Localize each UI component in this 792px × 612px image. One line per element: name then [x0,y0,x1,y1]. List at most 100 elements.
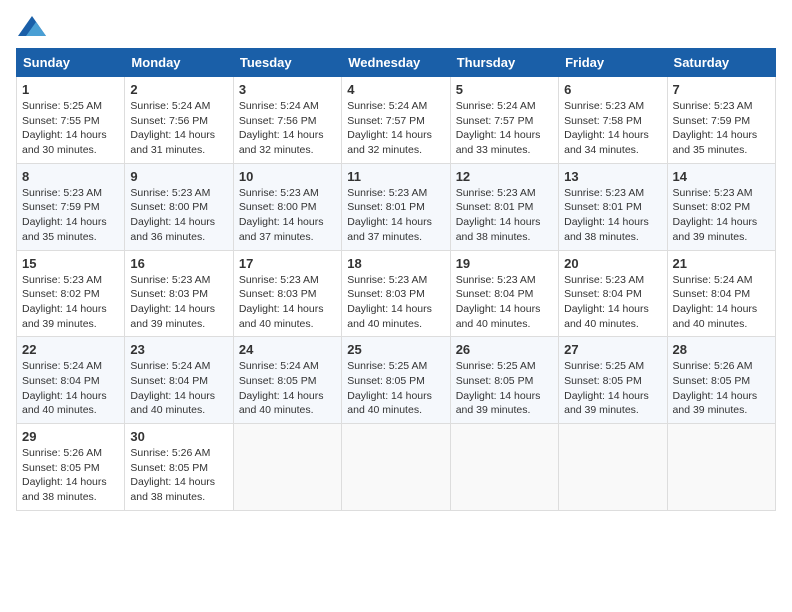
weekday-header-thursday: Thursday [450,49,558,77]
daylight-label: Daylight: 14 hours and 40 minutes. [347,390,432,417]
daylight-label: Daylight: 14 hours and 40 minutes. [347,303,432,330]
weekday-header-row: SundayMondayTuesdayWednesdayThursdayFrid… [17,49,776,77]
sunrise-label: Sunrise: 5:24 AM [673,274,753,286]
calendar-cell: 21 Sunrise: 5:24 AM Sunset: 8:04 PM Dayl… [667,250,775,337]
sunset-label: Sunset: 8:04 PM [456,288,534,300]
day-info: Sunrise: 5:23 AM Sunset: 8:03 PM Dayligh… [239,273,336,332]
daylight-label: Daylight: 14 hours and 39 minutes. [22,303,107,330]
daylight-label: Daylight: 14 hours and 30 minutes. [22,129,107,156]
calendar-cell: 1 Sunrise: 5:25 AM Sunset: 7:55 PM Dayli… [17,77,125,164]
daylight-label: Daylight: 14 hours and 38 minutes. [22,476,107,503]
calendar-row-4: 22 Sunrise: 5:24 AM Sunset: 8:04 PM Dayl… [17,337,776,424]
day-info: Sunrise: 5:24 AM Sunset: 8:05 PM Dayligh… [239,359,336,418]
day-info: Sunrise: 5:23 AM Sunset: 7:58 PM Dayligh… [564,99,661,158]
day-info: Sunrise: 5:23 AM Sunset: 8:04 PM Dayligh… [456,273,553,332]
calendar-cell: 5 Sunrise: 5:24 AM Sunset: 7:57 PM Dayli… [450,77,558,164]
calendar-cell: 24 Sunrise: 5:24 AM Sunset: 8:05 PM Dayl… [233,337,341,424]
daylight-label: Daylight: 14 hours and 39 minutes. [673,390,758,417]
calendar-cell [559,424,667,511]
sunrise-label: Sunrise: 5:26 AM [22,447,102,459]
daylight-label: Daylight: 14 hours and 38 minutes. [564,216,649,243]
day-number: 3 [239,82,336,97]
day-number: 25 [347,342,444,357]
daylight-label: Daylight: 14 hours and 36 minutes. [130,216,215,243]
sunset-label: Sunset: 8:05 PM [673,375,751,387]
calendar-cell [450,424,558,511]
sunrise-label: Sunrise: 5:24 AM [239,100,319,112]
day-info: Sunrise: 5:24 AM Sunset: 7:56 PM Dayligh… [239,99,336,158]
daylight-label: Daylight: 14 hours and 37 minutes. [347,216,432,243]
day-info: Sunrise: 5:24 AM Sunset: 7:56 PM Dayligh… [130,99,227,158]
calendar-cell: 26 Sunrise: 5:25 AM Sunset: 8:05 PM Dayl… [450,337,558,424]
day-info: Sunrise: 5:23 AM Sunset: 8:01 PM Dayligh… [456,186,553,245]
calendar-cell: 25 Sunrise: 5:25 AM Sunset: 8:05 PM Dayl… [342,337,450,424]
day-info: Sunrise: 5:23 AM Sunset: 7:59 PM Dayligh… [673,99,770,158]
sunrise-label: Sunrise: 5:23 AM [564,100,644,112]
sunset-label: Sunset: 7:55 PM [22,115,100,127]
calendar-cell: 27 Sunrise: 5:25 AM Sunset: 8:05 PM Dayl… [559,337,667,424]
daylight-label: Daylight: 14 hours and 31 minutes. [130,129,215,156]
calendar-cell: 13 Sunrise: 5:23 AM Sunset: 8:01 PM Dayl… [559,163,667,250]
sunrise-label: Sunrise: 5:23 AM [22,274,102,286]
weekday-header-monday: Monday [125,49,233,77]
day-info: Sunrise: 5:25 AM Sunset: 8:05 PM Dayligh… [564,359,661,418]
day-info: Sunrise: 5:23 AM Sunset: 8:01 PM Dayligh… [564,186,661,245]
day-number: 17 [239,256,336,271]
daylight-label: Daylight: 14 hours and 35 minutes. [673,129,758,156]
sunrise-label: Sunrise: 5:23 AM [564,187,644,199]
sunset-label: Sunset: 8:04 PM [673,288,751,300]
calendar-cell [233,424,341,511]
weekday-header-wednesday: Wednesday [342,49,450,77]
sunset-label: Sunset: 7:59 PM [673,115,751,127]
sunset-label: Sunset: 8:00 PM [130,201,208,213]
day-number: 4 [347,82,444,97]
calendar-row-2: 8 Sunrise: 5:23 AM Sunset: 7:59 PM Dayli… [17,163,776,250]
calendar-cell: 12 Sunrise: 5:23 AM Sunset: 8:01 PM Dayl… [450,163,558,250]
sunset-label: Sunset: 8:05 PM [456,375,534,387]
weekday-header-saturday: Saturday [667,49,775,77]
calendar-cell: 3 Sunrise: 5:24 AM Sunset: 7:56 PM Dayli… [233,77,341,164]
daylight-label: Daylight: 14 hours and 33 minutes. [456,129,541,156]
day-info: Sunrise: 5:25 AM Sunset: 8:05 PM Dayligh… [347,359,444,418]
sunset-label: Sunset: 8:03 PM [347,288,425,300]
day-number: 24 [239,342,336,357]
day-info: Sunrise: 5:23 AM Sunset: 8:03 PM Dayligh… [130,273,227,332]
calendar-cell: 2 Sunrise: 5:24 AM Sunset: 7:56 PM Dayli… [125,77,233,164]
daylight-label: Daylight: 14 hours and 39 minutes. [673,216,758,243]
calendar-row-3: 15 Sunrise: 5:23 AM Sunset: 8:02 PM Dayl… [17,250,776,337]
sunset-label: Sunset: 8:00 PM [239,201,317,213]
day-info: Sunrise: 5:24 AM Sunset: 8:04 PM Dayligh… [130,359,227,418]
calendar-cell: 11 Sunrise: 5:23 AM Sunset: 8:01 PM Dayl… [342,163,450,250]
day-number: 15 [22,256,119,271]
day-number: 1 [22,82,119,97]
sunrise-label: Sunrise: 5:23 AM [130,187,210,199]
calendar-cell: 10 Sunrise: 5:23 AM Sunset: 8:00 PM Dayl… [233,163,341,250]
sunset-label: Sunset: 8:05 PM [130,462,208,474]
sunrise-label: Sunrise: 5:24 AM [239,360,319,372]
day-number: 30 [130,429,227,444]
day-number: 2 [130,82,227,97]
sunset-label: Sunset: 8:02 PM [22,288,100,300]
day-number: 10 [239,169,336,184]
calendar-table: SundayMondayTuesdayWednesdayThursdayFrid… [16,48,776,511]
day-info: Sunrise: 5:23 AM Sunset: 7:59 PM Dayligh… [22,186,119,245]
sunrise-label: Sunrise: 5:23 AM [673,187,753,199]
page-header [16,16,776,36]
sunrise-label: Sunrise: 5:23 AM [456,274,536,286]
weekday-header-friday: Friday [559,49,667,77]
daylight-label: Daylight: 14 hours and 32 minutes. [347,129,432,156]
calendar-row-1: 1 Sunrise: 5:25 AM Sunset: 7:55 PM Dayli… [17,77,776,164]
daylight-label: Daylight: 14 hours and 38 minutes. [130,476,215,503]
sunrise-label: Sunrise: 5:25 AM [22,100,102,112]
sunrise-label: Sunrise: 5:23 AM [456,187,536,199]
sunrise-label: Sunrise: 5:24 AM [347,100,427,112]
daylight-label: Daylight: 14 hours and 32 minutes. [239,129,324,156]
day-number: 12 [456,169,553,184]
sunrise-label: Sunrise: 5:23 AM [347,187,427,199]
day-info: Sunrise: 5:25 AM Sunset: 8:05 PM Dayligh… [456,359,553,418]
daylight-label: Daylight: 14 hours and 34 minutes. [564,129,649,156]
day-info: Sunrise: 5:26 AM Sunset: 8:05 PM Dayligh… [673,359,770,418]
day-number: 27 [564,342,661,357]
sunset-label: Sunset: 7:58 PM [564,115,642,127]
sunrise-label: Sunrise: 5:24 AM [130,360,210,372]
